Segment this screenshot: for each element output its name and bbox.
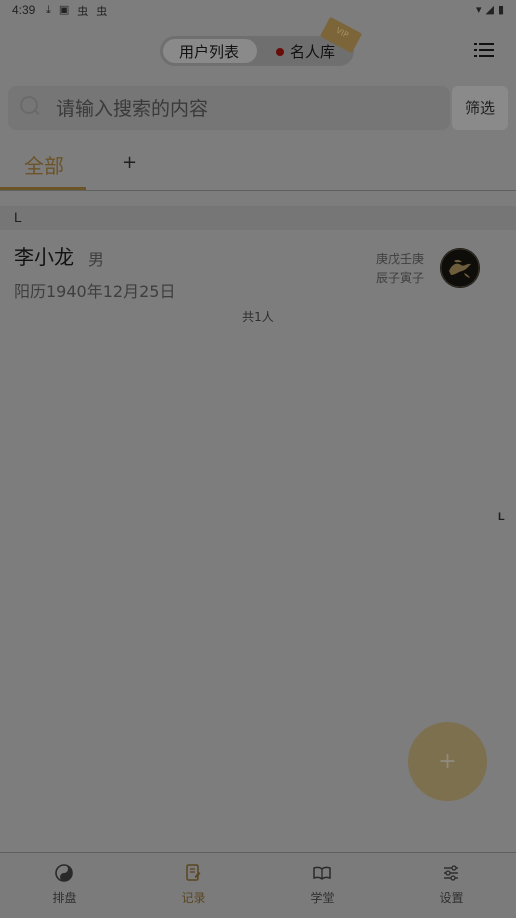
segment-celebrity-library[interactable]: 名人库 <box>290 41 335 62</box>
add-record-button[interactable]: + <box>408 722 487 801</box>
bug-icon: 虫 <box>77 5 89 18</box>
status-time: 4:39 <box>12 3 36 17</box>
dragon-icon <box>440 248 480 288</box>
search-input[interactable] <box>54 96 438 122</box>
download-icon: ⤓ <box>46 3 51 16</box>
segment-user-list[interactable]: 用户列表 <box>179 41 239 62</box>
list-type-switch: 用户列表 名人库 <box>160 36 354 66</box>
search-box <box>8 86 450 130</box>
filter-button[interactable]: 筛选 <box>452 86 508 130</box>
alphabet-index-letter[interactable]: L <box>498 511 505 523</box>
total-count: 共1人 <box>242 310 274 324</box>
nav-item-paipan[interactable]: 排盘 <box>0 853 129 918</box>
status-system-icons: ▾ ◢ ▮ <box>476 3 504 16</box>
nav-item-settings[interactable]: 设置 <box>387 853 516 918</box>
search-bar: 筛选 <box>8 86 508 130</box>
nav-label: 排盘 <box>52 891 77 905</box>
wifi-icon: ▾ <box>475 3 482 16</box>
section-letter: L <box>14 209 22 225</box>
avatar <box>440 248 480 288</box>
add-tab-button[interactable]: + <box>122 152 137 173</box>
bug-icon: 虫 <box>96 5 108 18</box>
status-notification-icons: ⤓ ▣ 虫 虫 <box>46 3 107 19</box>
person-name: 李小龙 <box>14 245 74 269</box>
bazi-branches: 辰子寅子 <box>375 271 424 285</box>
list-menu-icon[interactable] <box>474 41 494 59</box>
notebook-icon <box>186 864 201 881</box>
new-dot-badge <box>276 48 284 56</box>
bazi-stems: 庚戊壬庚 <box>375 252 424 266</box>
bottom-navigation: 排盘 记录 学堂 设置 <box>0 852 516 918</box>
sliders-icon <box>444 865 458 881</box>
plus-icon: + <box>438 749 457 774</box>
group-tabs: 全部 + <box>0 138 516 191</box>
status-bar: 4:39 ⤓ ▣ 虫 虫 ▾ ◢ ▮ <box>0 0 516 22</box>
nav-item-records[interactable]: 记录 <box>129 853 258 918</box>
tab-active-underline <box>0 187 86 190</box>
signal-icon: ◢ <box>485 3 494 16</box>
list-item[interactable]: 李小龙 男 阳历1940年12月25日 庚戊壬庚 辰子寅子 <box>0 236 516 304</box>
nav-label: 学堂 <box>310 891 335 905</box>
app-header: 用户列表 名人库 VIP <box>0 16 516 78</box>
nav-label: 记录 <box>181 891 206 905</box>
nav-label: 设置 <box>439 891 464 905</box>
person-birth-date: 阳历1940年12月25日 <box>14 282 176 301</box>
app-notification-icon: ▣ <box>58 3 70 16</box>
yin-yang-icon <box>55 864 73 882</box>
person-gender: 男 <box>88 250 105 269</box>
nav-item-academy[interactable]: 学堂 <box>258 853 387 918</box>
section-header: L <box>0 206 516 230</box>
battery-icon: ▮ <box>497 3 504 16</box>
search-icon <box>20 96 40 116</box>
tab-all[interactable]: 全部 <box>24 150 64 179</box>
book-icon <box>313 866 331 881</box>
